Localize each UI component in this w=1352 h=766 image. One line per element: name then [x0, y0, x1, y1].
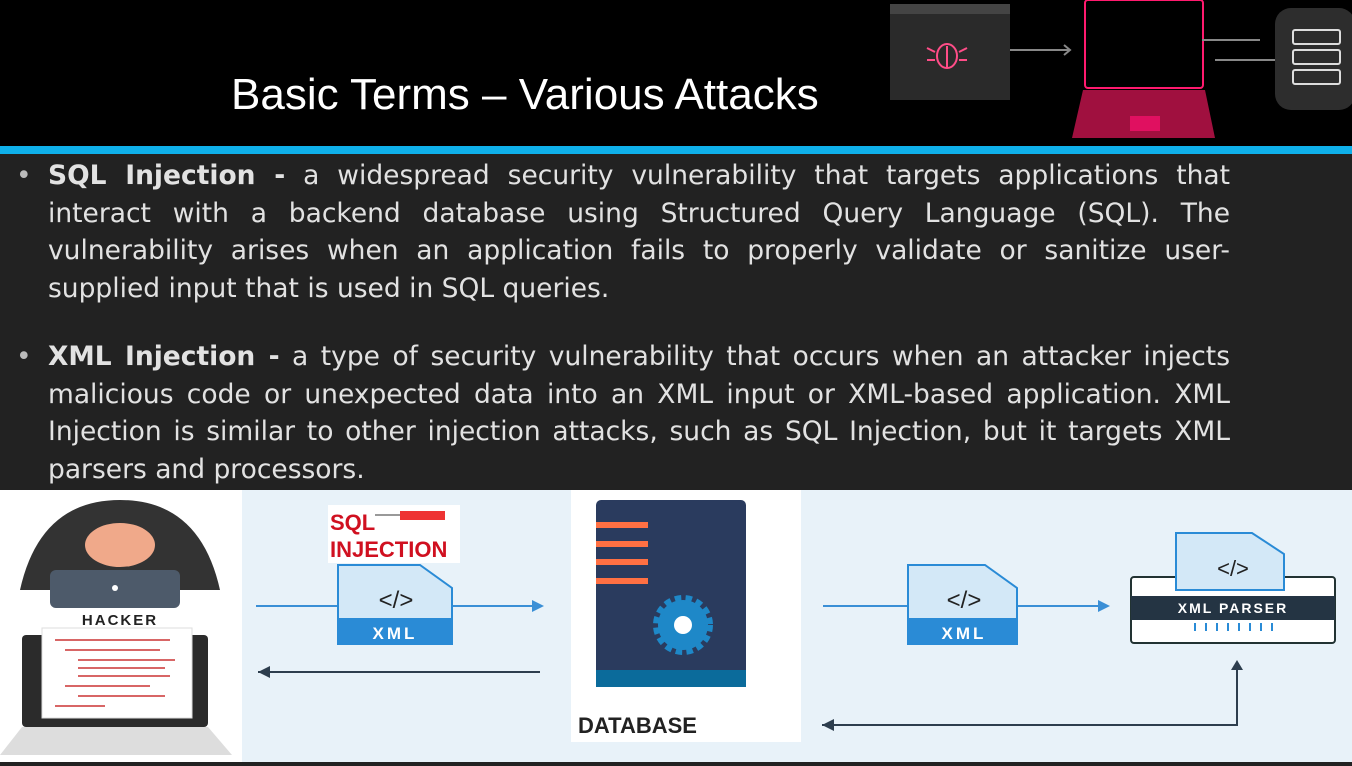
sql-label: SQL [330, 510, 375, 535]
attack-illustration [890, 0, 1352, 138]
browser-window-icon [890, 4, 1010, 100]
slide-title: Basic Terms – Various Attacks [231, 70, 819, 119]
injection-label: INJECTION [330, 537, 447, 562]
database-label: DATABASE [578, 713, 697, 738]
slide-header: Basic Terms – Various Attacks [0, 0, 1352, 146]
svg-text:</>: </> [379, 587, 414, 614]
bullet-term: SQL Injection - [48, 160, 286, 191]
slide-body: • SQL Injection - a widespread security v… [0, 154, 1352, 490]
bullet-sql-injection: • SQL Injection - a widespread security v… [16, 160, 1231, 304]
bullet-xml-injection: • XML Injection - a type of security vuln… [16, 341, 1231, 485]
svg-text:XML: XML [373, 624, 418, 643]
xml-parser-icon: </> XML PARSER [1130, 532, 1336, 644]
xml-file-icon-2: </> XML [907, 564, 1018, 645]
parser-label: XML PARSER [1178, 600, 1289, 616]
accent-divider [0, 146, 1352, 154]
bullet-term: XML Injection - [48, 341, 280, 372]
injection-diagram: HACKER SQL INJECTION </> XML DATABASE </… [0, 490, 1352, 762]
xml-file-icon-1: </> XML [337, 564, 453, 645]
svg-text:</>: </> [947, 587, 982, 614]
svg-text:XML: XML [942, 624, 987, 643]
svg-text:</>: </> [1217, 556, 1249, 581]
hacker-label: HACKER [82, 612, 158, 629]
laptop-icon [1072, 0, 1215, 138]
database-server-icon [596, 500, 746, 687]
laptop-code-icon [0, 627, 232, 755]
